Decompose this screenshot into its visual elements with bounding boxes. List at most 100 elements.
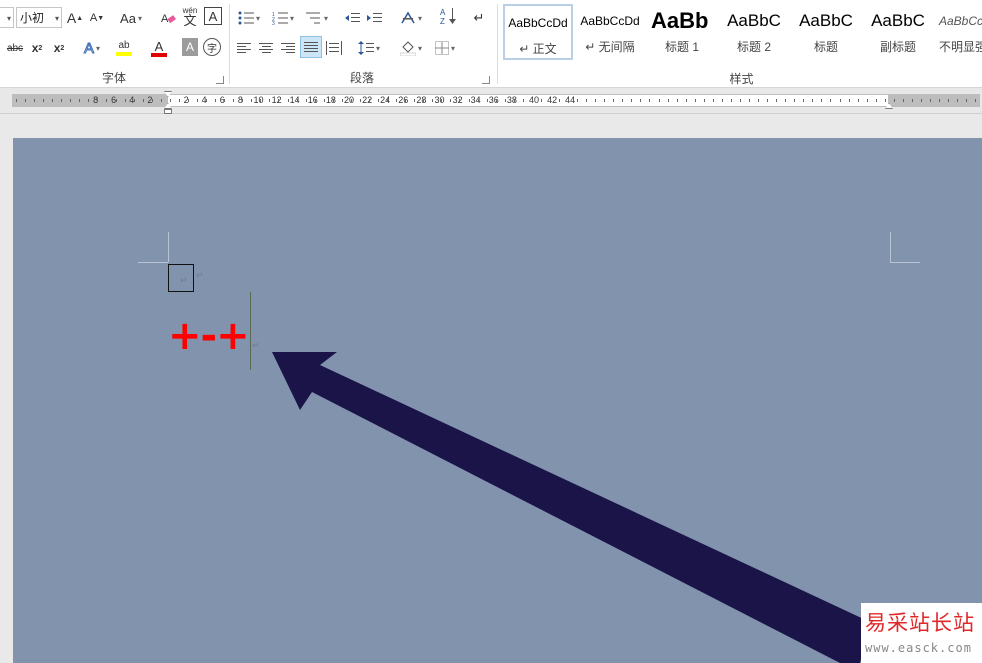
ruler-tick bbox=[713, 99, 714, 102]
ruler-tick bbox=[767, 99, 768, 102]
font-color-swatch bbox=[151, 52, 167, 57]
style-title[interactable]: AaBbC 标题 bbox=[791, 4, 861, 60]
style-no-spacing[interactable]: AaBbCcDd ↵ 无间隔 bbox=[575, 4, 645, 60]
ruler-tick bbox=[577, 99, 578, 102]
ruler-tick bbox=[921, 99, 922, 102]
font-name-select[interactable]: ▾ bbox=[0, 7, 14, 28]
font-size-select[interactable]: 小初 ▾ bbox=[16, 7, 62, 28]
shading-button[interactable]: ▾ bbox=[396, 37, 426, 59]
style-name: 副标题 bbox=[879, 40, 916, 54]
ruler-tick bbox=[324, 99, 325, 102]
highlight-button[interactable]: ab bbox=[110, 37, 138, 59]
ruler-tick bbox=[894, 99, 895, 102]
change-case-button[interactable]: Aa ▾ bbox=[116, 7, 146, 29]
canvas-background bbox=[0, 114, 982, 138]
highlighter-icon: ab bbox=[118, 40, 130, 51]
font-color-button[interactable]: A bbox=[144, 37, 174, 59]
text-cursor bbox=[250, 292, 251, 370]
paragraph-dialog-launcher-icon[interactable] bbox=[482, 76, 490, 84]
font-color-icon: A bbox=[154, 38, 164, 54]
character-border-button[interactable]: A bbox=[204, 7, 222, 25]
subscript-button[interactable]: x2 bbox=[28, 37, 46, 59]
ruler-tick bbox=[695, 99, 696, 102]
style-name: 不明显强 bbox=[939, 40, 982, 54]
ruler-tick bbox=[152, 99, 153, 102]
sort-button[interactable]: AZ bbox=[438, 5, 458, 27]
ruler-label: 28 bbox=[416, 95, 427, 105]
enclose-characters-button[interactable]: 字 bbox=[203, 38, 221, 56]
text-effects-button[interactable]: A ▾ bbox=[78, 37, 106, 59]
style-sample: AaBbCcDd bbox=[580, 14, 640, 28]
ruler-tick bbox=[378, 99, 379, 102]
show-marks-button[interactable]: ↵ bbox=[470, 7, 488, 29]
ruler-tick bbox=[179, 99, 180, 102]
chevron-down-icon: ▾ bbox=[417, 13, 422, 23]
ruler-tick bbox=[224, 99, 225, 102]
text-effects-icon: A bbox=[83, 39, 94, 57]
character-shading-button[interactable]: A bbox=[182, 38, 198, 56]
paragraph-group: ▾ 1 2 3 ▾ ▾ ▾ AZ ↵ ▾ ▾ ▾ 段落 bbox=[230, 0, 494, 88]
increase-indent-button[interactable] bbox=[364, 7, 384, 29]
ruler-tick bbox=[966, 99, 967, 102]
style-name: 标题 2 bbox=[736, 40, 771, 54]
ruler-tick bbox=[34, 99, 35, 102]
ruler-tick bbox=[125, 99, 126, 102]
ruler-label: 36 bbox=[488, 95, 499, 105]
clear-format-button[interactable]: A bbox=[158, 7, 178, 29]
strikethrough-button[interactable]: abc bbox=[4, 37, 26, 59]
ruler-tick bbox=[387, 99, 388, 102]
ruler-tick bbox=[885, 99, 886, 102]
font-dialog-launcher-icon[interactable] bbox=[216, 76, 224, 84]
ruler-tick bbox=[858, 99, 859, 102]
numbering-button[interactable]: 1 2 3 ▾ bbox=[268, 7, 298, 29]
horizontal-ruler[interactable]: 8 6 4 2 2 4 6 8 10 12 14 16 18 20 22 24 26 28 30 32 34 36 38 40… bbox=[0, 88, 982, 114]
grow-font-button[interactable]: A ▲ bbox=[66, 7, 84, 29]
ruler-tick bbox=[450, 99, 451, 102]
bullets-button[interactable]: ▾ bbox=[234, 7, 264, 29]
shrink-font-icon: A bbox=[89, 12, 98, 24]
align-right-button[interactable] bbox=[278, 37, 298, 59]
align-left-button[interactable] bbox=[234, 37, 254, 59]
ruler-tick bbox=[948, 99, 949, 102]
style-subtle-emphasis[interactable]: AaBbCc 不明显强 bbox=[935, 4, 982, 60]
paragraph-group-title: 段落 bbox=[349, 71, 374, 85]
style-normal[interactable]: AaBbCcDd ↵ 正文 bbox=[503, 4, 573, 60]
shrink-font-button[interactable]: A ▼ bbox=[88, 7, 106, 29]
multilevel-list-button[interactable]: ▾ bbox=[302, 7, 332, 29]
ruler-label: 34 bbox=[470, 95, 481, 105]
phonetic-guide-button[interactable]: wén 文 bbox=[180, 5, 200, 27]
chevron-down-icon: ▾ bbox=[375, 43, 380, 53]
distributed-button[interactable] bbox=[324, 37, 344, 59]
style-heading-1[interactable]: AaBb 标题 1 bbox=[647, 4, 717, 60]
align-center-button[interactable] bbox=[256, 37, 276, 59]
sort-icon: AZ bbox=[440, 8, 456, 25]
style-subtitle[interactable]: AaBbC 副标题 bbox=[863, 4, 933, 60]
align-right-icon bbox=[281, 43, 295, 53]
style-heading-2[interactable]: AaBbC 标题 2 bbox=[719, 4, 789, 60]
ruler-tick bbox=[559, 99, 560, 102]
line-spacing-button[interactable]: ▾ bbox=[354, 37, 384, 59]
document-text[interactable]: +-+ bbox=[168, 312, 250, 360]
superscript-button[interactable]: x2 bbox=[50, 37, 68, 59]
ruler-tick bbox=[930, 99, 931, 102]
ruler-label: 18 bbox=[325, 95, 336, 105]
chinese-layout-button[interactable]: ▾ bbox=[396, 7, 426, 29]
justify-button[interactable] bbox=[300, 36, 322, 58]
crop-mark bbox=[890, 262, 920, 263]
ruler-tick bbox=[342, 99, 343, 102]
paragraph-mark-icon: ↵ bbox=[180, 275, 188, 285]
borders-button[interactable]: ▾ bbox=[430, 37, 460, 59]
paragraph-mark-icon: ↵ bbox=[252, 340, 260, 350]
ruler-tick bbox=[206, 99, 207, 102]
document-page[interactable] bbox=[13, 138, 982, 663]
ruler-tick bbox=[722, 99, 723, 102]
ruler-label: 14 bbox=[289, 95, 300, 105]
style-sample: AaBbC bbox=[799, 11, 853, 30]
svg-text:3: 3 bbox=[272, 21, 275, 25]
ruler-tick bbox=[595, 99, 596, 102]
decrease-indent-button[interactable] bbox=[342, 7, 362, 29]
canvas-background bbox=[0, 138, 13, 663]
chevron-down-icon: ▾ bbox=[417, 43, 422, 53]
ruler-tick bbox=[939, 99, 940, 102]
ruler-tick bbox=[821, 99, 822, 102]
